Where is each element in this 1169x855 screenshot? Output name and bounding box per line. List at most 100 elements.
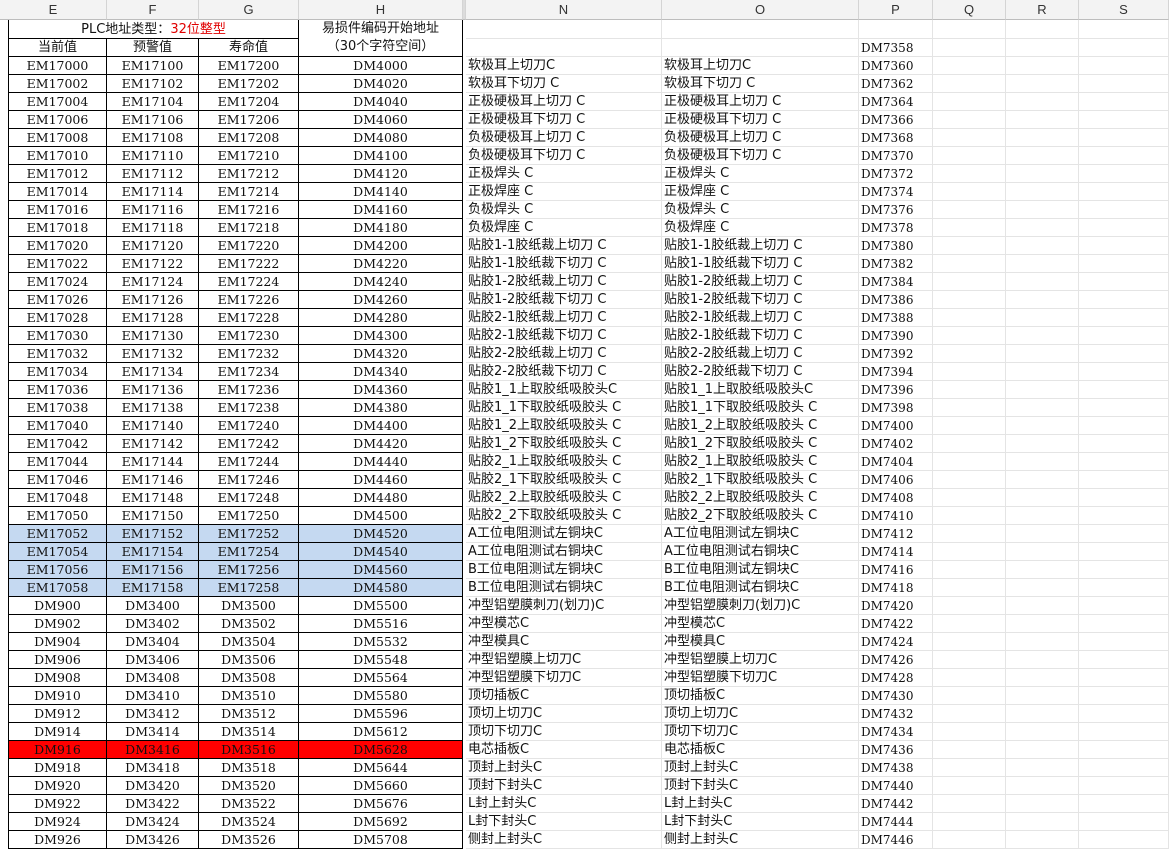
empty-cell[interactable] — [1006, 561, 1079, 579]
empty-cell[interactable] — [1006, 651, 1079, 669]
warning-value-cell[interactable]: EM17116 — [107, 201, 199, 219]
empty-cell[interactable] — [933, 309, 1006, 327]
life-value-cell[interactable]: DM3524 — [199, 813, 299, 831]
empty-cell[interactable] — [933, 795, 1006, 813]
spare-part-name-cell[interactable]: 顶封上封头C — [466, 759, 662, 777]
warning-value-cell[interactable]: EM17140 — [107, 417, 199, 435]
spare-part-name-copy-cell[interactable]: L封上封头C — [662, 795, 859, 813]
empty-cell[interactable] — [1006, 687, 1079, 705]
dm-address-cell[interactable]: DM7398 — [859, 399, 933, 417]
warning-value-cell[interactable]: EM17138 — [107, 399, 199, 417]
empty-cell[interactable] — [1006, 129, 1079, 147]
spare-code-address-cell[interactable]: DM4120 — [299, 165, 463, 183]
column-header-e[interactable]: E — [0, 0, 107, 20]
warning-value-cell[interactable]: DM3400 — [107, 597, 199, 615]
spare-part-name-cell[interactable]: 贴胶1_2下取胶纸吸胶头 C — [466, 435, 662, 453]
empty-cell[interactable] — [1006, 201, 1079, 219]
spare-part-name-cell[interactable]: 贴胶2-1胶纸裁上切刀 C — [466, 309, 662, 327]
empty-cell[interactable] — [1006, 327, 1079, 345]
spare-code-address-cell[interactable]: DM4500 — [299, 507, 463, 525]
spare-code-address-cell[interactable]: DM4100 — [299, 147, 463, 165]
column-header-s[interactable]: S — [1079, 0, 1169, 20]
life-value-cell[interactable]: EM17220 — [199, 237, 299, 255]
current-value-cell[interactable]: EM17036 — [8, 381, 107, 399]
spare-part-name-copy-cell[interactable]: 贴胶2_1下取胶纸吸胶头 C — [662, 471, 859, 489]
empty-cell[interactable] — [933, 453, 1006, 471]
spare-part-name-cell[interactable]: 正极焊座 C — [466, 183, 662, 201]
empty-cell[interactable] — [662, 39, 859, 57]
warning-value-cell[interactable]: EM17144 — [107, 453, 199, 471]
warning-value-cell[interactable]: EM17106 — [107, 111, 199, 129]
column-header-g[interactable]: G — [199, 0, 299, 20]
current-value-cell[interactable]: EM17022 — [8, 255, 107, 273]
current-value-header[interactable]: 当前值 — [8, 39, 107, 57]
current-value-cell[interactable]: EM17042 — [8, 435, 107, 453]
spare-part-name-cell[interactable]: A工位电阻测试右铜块C — [466, 543, 662, 561]
empty-cell[interactable] — [1006, 291, 1079, 309]
empty-cell[interactable] — [1079, 687, 1169, 705]
empty-cell[interactable] — [1006, 39, 1079, 57]
spare-code-address-cell[interactable]: DM5532 — [299, 633, 463, 651]
spare-part-name-cell[interactable]: 负极硬极耳上切刀 C — [466, 129, 662, 147]
spare-code-address-cell[interactable]: DM4400 — [299, 417, 463, 435]
current-value-cell[interactable]: DM924 — [8, 813, 107, 831]
empty-cell[interactable] — [933, 687, 1006, 705]
empty-cell[interactable] — [1079, 525, 1169, 543]
warning-value-cell[interactable]: EM17158 — [107, 579, 199, 597]
current-value-cell[interactable]: EM17004 — [8, 93, 107, 111]
life-value-cell[interactable]: EM17236 — [199, 381, 299, 399]
p-cell-header[interactable]: DM7358 — [859, 39, 933, 57]
empty-cell[interactable] — [933, 111, 1006, 129]
life-value-cell[interactable]: EM17208 — [199, 129, 299, 147]
empty-cell[interactable] — [933, 363, 1006, 381]
dm-address-cell[interactable]: DM7422 — [859, 615, 933, 633]
spare-part-name-copy-cell[interactable]: 贴胶1-1胶纸裁下切刀 C — [662, 255, 859, 273]
spare-code-address-cell[interactable]: DM4160 — [299, 201, 463, 219]
spare-code-address-cell[interactable]: DM4320 — [299, 345, 463, 363]
empty-cell[interactable] — [1006, 363, 1079, 381]
spare-part-name-copy-cell[interactable]: 顶切下切刀C — [662, 723, 859, 741]
warning-value-cell[interactable]: DM3416 — [107, 741, 199, 759]
spare-part-name-copy-cell[interactable]: L封下封头C — [662, 813, 859, 831]
spare-part-name-copy-cell[interactable]: 贴胶2-1胶纸裁下切刀 C — [662, 327, 859, 345]
empty-cell[interactable] — [1079, 561, 1169, 579]
current-value-cell[interactable]: EM17040 — [8, 417, 107, 435]
current-value-cell[interactable]: EM17020 — [8, 237, 107, 255]
life-value-cell[interactable]: EM17202 — [199, 75, 299, 93]
empty-cell[interactable] — [1079, 507, 1169, 525]
warning-value-cell[interactable]: EM17122 — [107, 255, 199, 273]
empty-cell[interactable] — [1006, 777, 1079, 795]
spare-part-name-copy-cell[interactable]: 软极耳上切刀C — [662, 57, 859, 75]
empty-cell[interactable] — [1006, 525, 1079, 543]
empty-cell[interactable] — [1006, 723, 1079, 741]
spare-code-address-cell[interactable]: DM4240 — [299, 273, 463, 291]
spare-part-name-copy-cell[interactable]: 贴胶1_2上取胶纸吸胶头 C — [662, 417, 859, 435]
current-value-cell[interactable]: EM17026 — [8, 291, 107, 309]
spare-part-name-copy-cell[interactable]: 贴胶2_2上取胶纸吸胶头 C — [662, 489, 859, 507]
column-header-q[interactable]: Q — [933, 0, 1006, 20]
spare-code-address-cell[interactable]: DM4380 — [299, 399, 463, 417]
warning-value-cell[interactable]: DM3412 — [107, 705, 199, 723]
spare-part-name-copy-cell[interactable]: 正极焊头 C — [662, 165, 859, 183]
life-value-cell[interactable]: EM17240 — [199, 417, 299, 435]
current-value-cell[interactable]: EM17028 — [8, 309, 107, 327]
spare-code-address-cell[interactable]: DM4020 — [299, 75, 463, 93]
dm-address-cell[interactable]: DM7442 — [859, 795, 933, 813]
spare-part-name-cell[interactable]: 贴胶2-2胶纸裁上切刀 C — [466, 345, 662, 363]
empty-cell[interactable] — [933, 525, 1006, 543]
empty-cell[interactable] — [1006, 111, 1079, 129]
empty-cell[interactable] — [1006, 183, 1079, 201]
empty-cell[interactable] — [1006, 759, 1079, 777]
warning-value-cell[interactable]: DM3406 — [107, 651, 199, 669]
spare-part-name-cell[interactable]: 贴胶2_2下取胶纸吸胶头 C — [466, 507, 662, 525]
life-value-cell[interactable]: EM17232 — [199, 345, 299, 363]
current-value-cell[interactable]: EM17018 — [8, 219, 107, 237]
empty-cell[interactable] — [859, 20, 933, 39]
warning-value-cell[interactable]: DM3404 — [107, 633, 199, 651]
life-value-cell[interactable]: EM17218 — [199, 219, 299, 237]
empty-cell[interactable] — [1079, 453, 1169, 471]
life-value-cell[interactable]: EM17216 — [199, 201, 299, 219]
empty-cell[interactable] — [1079, 201, 1169, 219]
empty-cell[interactable] — [933, 381, 1006, 399]
life-value-cell[interactable]: DM3520 — [199, 777, 299, 795]
